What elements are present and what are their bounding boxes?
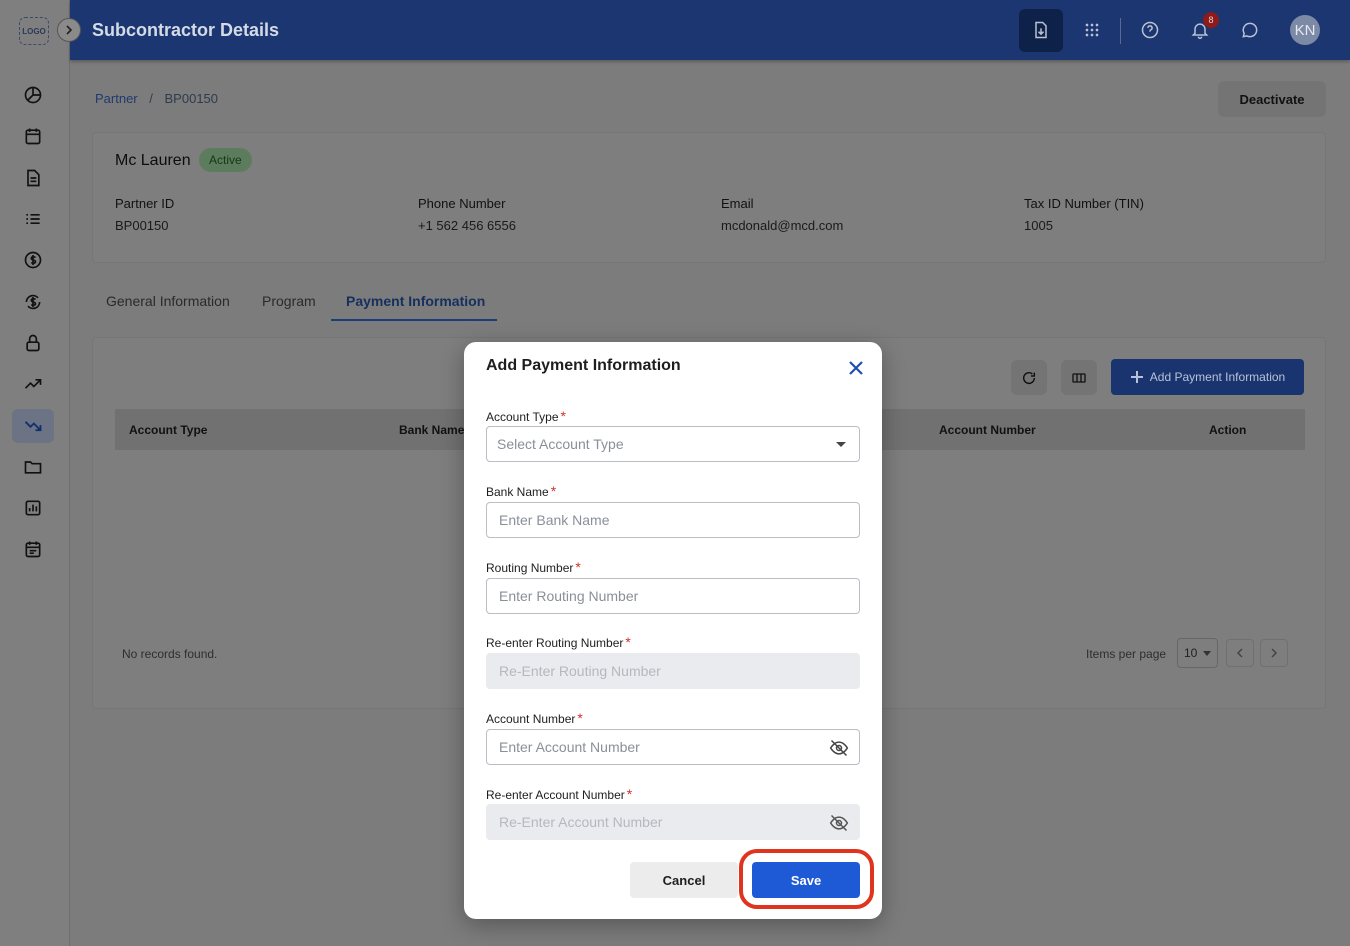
chat-icon[interactable] bbox=[1236, 16, 1264, 44]
items-per-page-value: 10 bbox=[1184, 646, 1198, 660]
add-payment-information-label: Add Payment Information bbox=[1149, 370, 1286, 384]
columns-icon bbox=[1072, 372, 1086, 383]
partner-name: Mc Lauren bbox=[115, 152, 191, 169]
tab-payment-information[interactable]: Payment Information bbox=[346, 293, 485, 309]
breadcrumb-partner-link[interactable]: Partner bbox=[95, 91, 138, 106]
phone-block: Phone Number +1 562 456 6556 bbox=[418, 196, 516, 233]
trending-down-icon[interactable] bbox=[12, 409, 54, 443]
toolbar-divider bbox=[1120, 18, 1121, 44]
notification-badge: 8 bbox=[1203, 12, 1219, 28]
routing-number-field[interactable] bbox=[486, 578, 860, 614]
account-number-input[interactable] bbox=[499, 739, 819, 755]
eye-off-icon[interactable] bbox=[828, 737, 850, 759]
email-block: Email mcdonald@mcd.com bbox=[721, 196, 843, 233]
folder-icon[interactable] bbox=[21, 455, 45, 479]
close-icon[interactable] bbox=[846, 358, 866, 378]
next-page-button[interactable] bbox=[1260, 639, 1288, 667]
apps-grid-icon[interactable] bbox=[1078, 16, 1106, 44]
lock-icon[interactable] bbox=[21, 331, 45, 355]
reenter-routing-label: Re-enter Routing Number * bbox=[486, 634, 631, 650]
prev-page-button[interactable] bbox=[1226, 639, 1254, 667]
refresh-icon bbox=[1022, 371, 1036, 384]
chevron-left-icon bbox=[1236, 648, 1243, 658]
add-payment-information-dialog: Add Payment Information Account Type * Se… bbox=[464, 342, 882, 919]
reenter-account-input bbox=[499, 814, 819, 830]
reenter-routing-input bbox=[499, 663, 819, 679]
help-icon[interactable] bbox=[1136, 16, 1164, 44]
bank-name-label: Bank Name * bbox=[486, 483, 557, 499]
dollar-icon[interactable] bbox=[21, 248, 45, 272]
plus-icon bbox=[1130, 371, 1143, 383]
active-tab-indicator bbox=[331, 319, 497, 321]
bank-name-input[interactable] bbox=[499, 512, 819, 528]
deactivate-button[interactable]: Deactivate bbox=[1218, 81, 1326, 117]
sidebar: LOGO bbox=[0, 0, 70, 946]
app-logo: LOGO bbox=[19, 17, 49, 45]
tab-program[interactable]: Program bbox=[262, 293, 316, 309]
chevron-down-icon bbox=[1203, 650, 1212, 656]
empty-state-text: No records found. bbox=[122, 647, 218, 661]
reenter-account-label: Re-enter Account Number * bbox=[486, 786, 633, 802]
routing-number-label: Routing Number * bbox=[486, 559, 581, 575]
email-value: mcdonald@mcd.com bbox=[721, 218, 844, 233]
tin-label: Tax ID Number (TIN) bbox=[1024, 196, 1144, 211]
items-per-page-label: Items per page bbox=[1086, 647, 1167, 661]
reenter-routing-field bbox=[486, 653, 860, 689]
dialog-title: Add Payment Information bbox=[486, 357, 681, 374]
routing-number-input[interactable] bbox=[499, 588, 819, 604]
list-icon[interactable] bbox=[21, 207, 45, 231]
save-button[interactable]: Save bbox=[752, 862, 860, 898]
top-bar: Subcontractor Details 8 KN bbox=[70, 0, 1350, 60]
page-title: Subcontractor Details bbox=[92, 20, 280, 40]
column-action: Action bbox=[1209, 423, 1247, 437]
report-icon[interactable] bbox=[21, 496, 45, 520]
email-label: Email bbox=[721, 196, 754, 211]
account-number-field[interactable] bbox=[486, 729, 860, 765]
account-number-label: Account Number * bbox=[486, 710, 583, 726]
partner-id-label: Partner ID bbox=[115, 196, 175, 211]
tin-value: 1005 bbox=[1024, 218, 1053, 233]
bank-name-field[interactable] bbox=[486, 502, 860, 538]
tab-general-information[interactable]: General Information bbox=[106, 293, 230, 309]
add-payment-information-button[interactable]: Add Payment Information bbox=[1111, 359, 1304, 395]
column-account-number[interactable]: Account Number bbox=[939, 423, 1036, 437]
column-bank-name[interactable]: Bank Name bbox=[399, 423, 464, 437]
dollar-exchange-icon[interactable] bbox=[21, 290, 45, 314]
status-badge: Active bbox=[199, 148, 252, 172]
eye-off-icon[interactable] bbox=[828, 812, 850, 834]
sidebar-expand-button[interactable] bbox=[57, 18, 81, 42]
phone-value: +1 562 456 6556 bbox=[418, 218, 516, 233]
avatar[interactable]: KN bbox=[1290, 15, 1320, 45]
cancel-button[interactable]: Cancel bbox=[630, 862, 738, 898]
chevron-right-icon bbox=[1271, 648, 1278, 658]
trending-up-icon[interactable] bbox=[21, 372, 45, 396]
partner-summary-card: Mc Lauren Active Partner ID BP00150 Phon… bbox=[92, 132, 1326, 263]
breadcrumb-current: BP00150 bbox=[164, 91, 219, 106]
dashboard-icon[interactable] bbox=[21, 83, 45, 107]
schedule-icon[interactable] bbox=[21, 537, 45, 561]
items-per-page-select[interactable]: 10 bbox=[1177, 638, 1218, 668]
partner-id-value: BP00150 bbox=[115, 218, 169, 233]
tin-block: Tax ID Number (TIN) 1005 bbox=[1024, 196, 1144, 233]
calendar-icon[interactable] bbox=[21, 124, 45, 148]
account-type-placeholder: Select Account Type bbox=[497, 436, 624, 452]
chevron-right-icon bbox=[66, 25, 73, 35]
breadcrumb: Partner / BP00150 bbox=[95, 91, 218, 106]
account-type-label: Account Type * bbox=[486, 408, 566, 424]
phone-label: Phone Number bbox=[418, 196, 506, 211]
chevron-down-icon bbox=[836, 442, 846, 447]
columns-button[interactable] bbox=[1061, 360, 1097, 395]
breadcrumb-separator: / bbox=[149, 91, 153, 106]
refresh-button[interactable] bbox=[1011, 360, 1047, 395]
reenter-account-field bbox=[486, 804, 860, 840]
download-icon[interactable] bbox=[1027, 16, 1055, 44]
document-icon[interactable] bbox=[21, 166, 45, 190]
column-account-type[interactable]: Account Type bbox=[129, 423, 207, 437]
partner-id-block: Partner ID BP00150 bbox=[115, 196, 174, 233]
account-type-select[interactable]: Select Account Type bbox=[486, 426, 860, 462]
